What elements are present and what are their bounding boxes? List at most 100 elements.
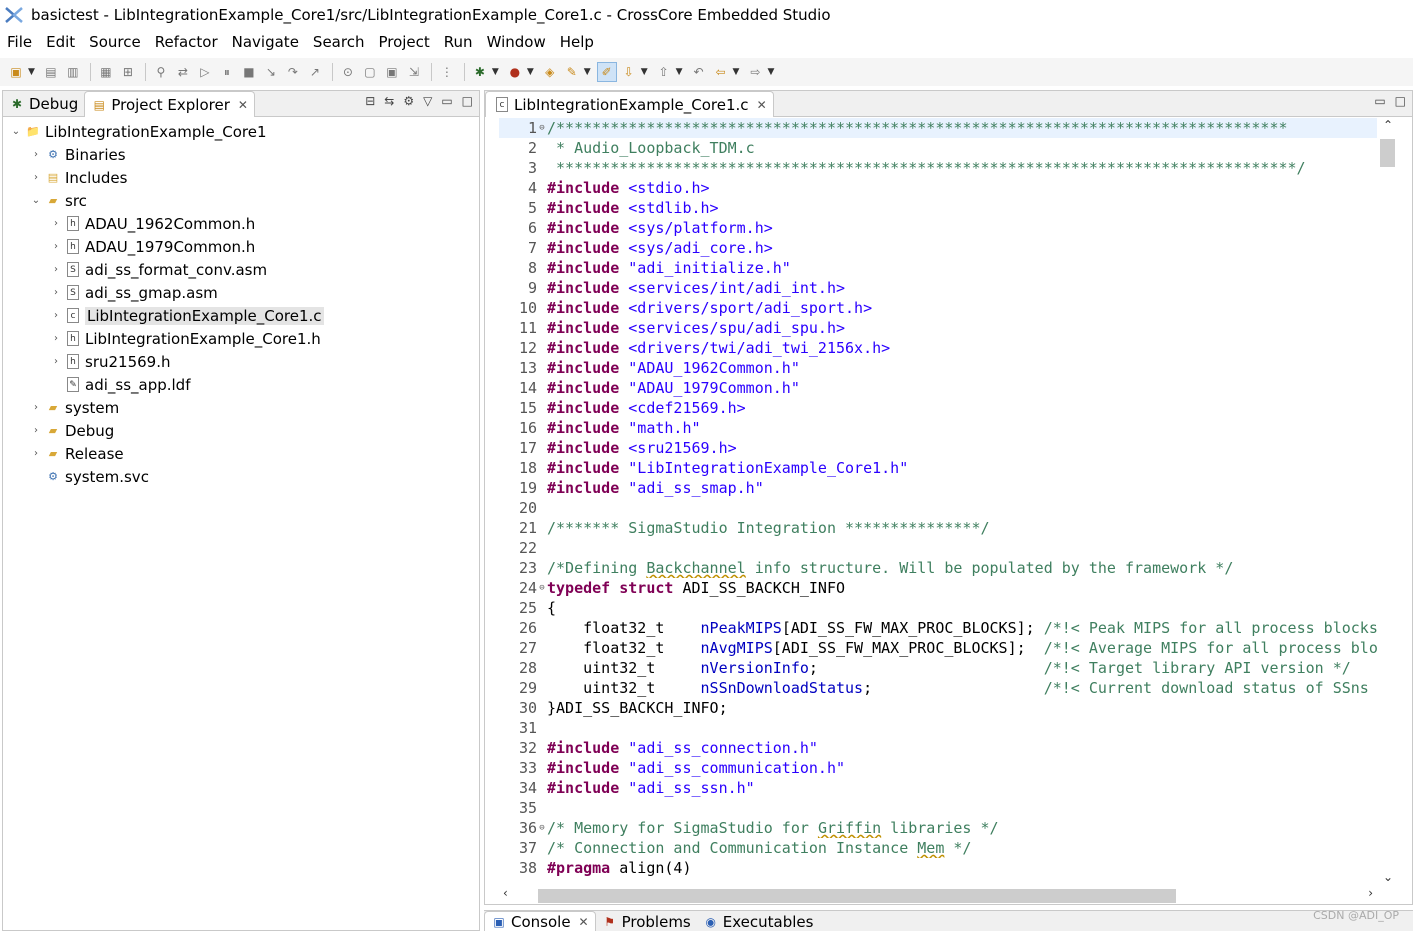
open-project-icon[interactable]: ◈ xyxy=(540,62,560,82)
scrollbar-thumb[interactable] xyxy=(538,889,1176,903)
code-line[interactable]: 18 #include "LibIntegrationExample_Core1.… xyxy=(499,458,1377,478)
disconnect-icon[interactable]: ⇄ xyxy=(173,62,193,82)
menu-run[interactable]: Run xyxy=(444,33,473,51)
chevron-down-icon[interactable]: ⌄ xyxy=(9,126,23,137)
code-line[interactable]: 14 #include "ADAU_1979Common.h" xyxy=(499,378,1377,398)
code-line[interactable]: 29 uint32_t nSSnDownloadStatus; /*!< Cur… xyxy=(499,678,1377,698)
save-all-icon[interactable]: ▥ xyxy=(63,62,83,82)
tab-executables[interactable]: ◉ Executables xyxy=(696,911,820,931)
tree-item[interactable]: › h sru21569.h xyxy=(3,350,479,373)
external-tools-dropdown-icon[interactable]: ▼ xyxy=(584,67,591,77)
chevron-right-icon[interactable]: › xyxy=(49,287,63,298)
connect-icon[interactable]: ⚲ xyxy=(151,62,171,82)
scroll-up-icon[interactable]: ⌃ xyxy=(1377,118,1399,136)
tree-item[interactable]: › ▰ Release xyxy=(3,442,479,465)
code-line[interactable]: 3 **************************************… xyxy=(499,158,1377,178)
chevron-right-icon[interactable]: › xyxy=(29,402,43,413)
vertical-scrollbar[interactable]: ⌃ ⌄ xyxy=(1377,118,1399,888)
tab-console[interactable]: ▣ Console ✕ xyxy=(484,911,596,931)
code-line[interactable]: 16 #include "math.h" xyxy=(499,418,1377,438)
code-line[interactable]: 32 #include "adi_ss_connection.h" xyxy=(499,738,1377,758)
new-dropdown-icon[interactable]: ▼ xyxy=(28,67,35,77)
fold-toggle-icon[interactable]: ⊖ xyxy=(537,578,547,598)
chevron-right-icon[interactable]: › xyxy=(49,241,63,252)
minimize-icon[interactable]: ▭ xyxy=(1374,94,1385,108)
debug-icon[interactable]: ✱ xyxy=(470,62,490,82)
code-line[interactable]: 38 #pragma align(4) xyxy=(499,858,1377,878)
horizontal-scrollbar[interactable]: ‹ › xyxy=(499,886,1377,904)
filters-icon[interactable]: ⚙ xyxy=(403,94,414,108)
chevron-right-icon[interactable]: › xyxy=(49,264,63,275)
code-line[interactable]: 11 #include <services/spu/adi_spu.h> xyxy=(499,318,1377,338)
close-icon[interactable]: ✕ xyxy=(757,98,767,112)
code-line[interactable]: 31 xyxy=(499,718,1377,738)
build-all-icon[interactable]: ⊞ xyxy=(118,62,138,82)
code-line[interactable]: 20 xyxy=(499,498,1377,518)
prev-annotation-icon[interactable]: ⇧ xyxy=(654,62,674,82)
tree-item[interactable]: › ▤ Includes xyxy=(3,166,479,189)
menu-search[interactable]: Search xyxy=(313,33,365,51)
tab-editor-file[interactable]: c LibIntegrationExample_Core1.c ✕ xyxy=(485,91,774,117)
code-line[interactable]: 28 uint32_t nVersionInfo; /*!< Target li… xyxy=(499,658,1377,678)
debug-dropdown-icon[interactable]: ▼ xyxy=(492,67,499,77)
tree-item[interactable]: › h ADAU_1979Common.h xyxy=(3,235,479,258)
menu-window[interactable]: Window xyxy=(487,33,546,51)
code-line[interactable]: 15 #include <cdef21569.h> xyxy=(499,398,1377,418)
code-line[interactable]: 5 #include <stdlib.h> xyxy=(499,198,1377,218)
link-with-editor-icon[interactable]: ⇆ xyxy=(384,94,394,108)
code-line[interactable]: 17 #include <sru21569.h> xyxy=(499,438,1377,458)
tree-item[interactable]: › Sadi_ss_format_conv.asm xyxy=(3,258,479,281)
code-line[interactable]: 4 #include <stdio.h> xyxy=(499,178,1377,198)
minimize-icon[interactable]: ▭ xyxy=(441,94,452,108)
highlight-icon[interactable]: ✐ xyxy=(596,62,617,82)
memory-icon[interactable]: ▢ xyxy=(360,62,380,82)
tree-item[interactable]: ⚙ system.svc xyxy=(3,465,479,488)
step-over-icon[interactable]: ↷ xyxy=(283,62,303,82)
registers-icon[interactable]: ▣ xyxy=(382,62,402,82)
next-annotation-icon[interactable]: ⇩ xyxy=(619,62,639,82)
terminate-icon[interactable]: ■ xyxy=(239,62,259,82)
resume-icon[interactable]: ▷ xyxy=(195,62,215,82)
code-line[interactable]: 37 /* Connection and Communication Instan… xyxy=(499,838,1377,858)
scrollbar-thumb[interactable] xyxy=(1380,139,1395,167)
code-line[interactable]: 30}ADI_SS_BACKCH_INFO; xyxy=(499,698,1377,718)
tree-item[interactable]: › ⚙ Binaries xyxy=(3,143,479,166)
menu-project[interactable]: Project xyxy=(378,33,429,51)
code-line[interactable]: 1 ⊖/*************************************… xyxy=(499,118,1377,138)
maximize-icon[interactable]: □ xyxy=(462,94,473,108)
scroll-left-icon[interactable]: ‹ xyxy=(503,886,508,900)
chevron-right-icon[interactable]: › xyxy=(29,425,43,436)
suspend-icon[interactable]: ⏸ xyxy=(217,62,237,82)
menu-help[interactable]: Help xyxy=(560,33,594,51)
scroll-right-icon[interactable]: › xyxy=(1368,886,1373,900)
tree-item[interactable]: › h ADAU_1962Common.h xyxy=(3,212,479,235)
code-line[interactable]: 24 ⊖ typedef struct ADI_SS_BACKCH_INFO xyxy=(499,578,1377,598)
code-line[interactable]: 36 ⊖/* Memory for SigmaStudio for Griffin… xyxy=(499,818,1377,838)
run-dropdown-icon[interactable]: ▼ xyxy=(527,67,534,77)
tree-item[interactable]: › h LibIntegrationExample_Core1.h xyxy=(3,327,479,350)
code-line[interactable]: 13 #include "ADAU_1962Common.h" xyxy=(499,358,1377,378)
menu-edit[interactable]: Edit xyxy=(46,33,75,51)
tree-item[interactable]: › c LibIntegrationExample_Core1.c xyxy=(3,304,479,327)
tree-item[interactable]: › ▰ Debug xyxy=(3,419,479,442)
external-tools-icon[interactable]: ✎ xyxy=(562,62,582,82)
code-line[interactable]: 8 #include "adi_initialize.h" xyxy=(499,258,1377,278)
tree-item[interactable]: ✎ adi_ss_app.ldf xyxy=(3,373,479,396)
back-dropdown-icon[interactable]: ▼ xyxy=(733,67,740,77)
close-icon[interactable]: ✕ xyxy=(579,915,589,929)
save-icon[interactable]: ▤ xyxy=(41,62,61,82)
maximize-icon[interactable]: □ xyxy=(1395,94,1406,108)
tree-item[interactable]: ⌄ ▰ src xyxy=(3,189,479,212)
collapse-all-icon[interactable]: ⊟ xyxy=(365,94,375,108)
chevron-down-icon[interactable]: ⌄ xyxy=(29,195,43,206)
scroll-down-icon[interactable]: ⌄ xyxy=(1377,870,1399,888)
last-edit-icon[interactable]: ↶ xyxy=(689,62,709,82)
fold-toggle-icon[interactable]: ⊖ xyxy=(537,118,547,138)
step-into-icon[interactable]: ↘ xyxy=(261,62,281,82)
code-line[interactable]: 9 #include <services/int/adi_int.h> xyxy=(499,278,1377,298)
tab-project-explorer[interactable]: ▤ Project Explorer ✕ xyxy=(84,91,255,117)
forward-dropdown-icon[interactable]: ▼ xyxy=(767,67,774,77)
new-icon[interactable]: ▣ xyxy=(6,62,26,82)
back-icon[interactable]: ⇦ xyxy=(711,62,731,82)
code-line[interactable]: 34 #include "adi_ss_ssn.h" xyxy=(499,778,1377,798)
